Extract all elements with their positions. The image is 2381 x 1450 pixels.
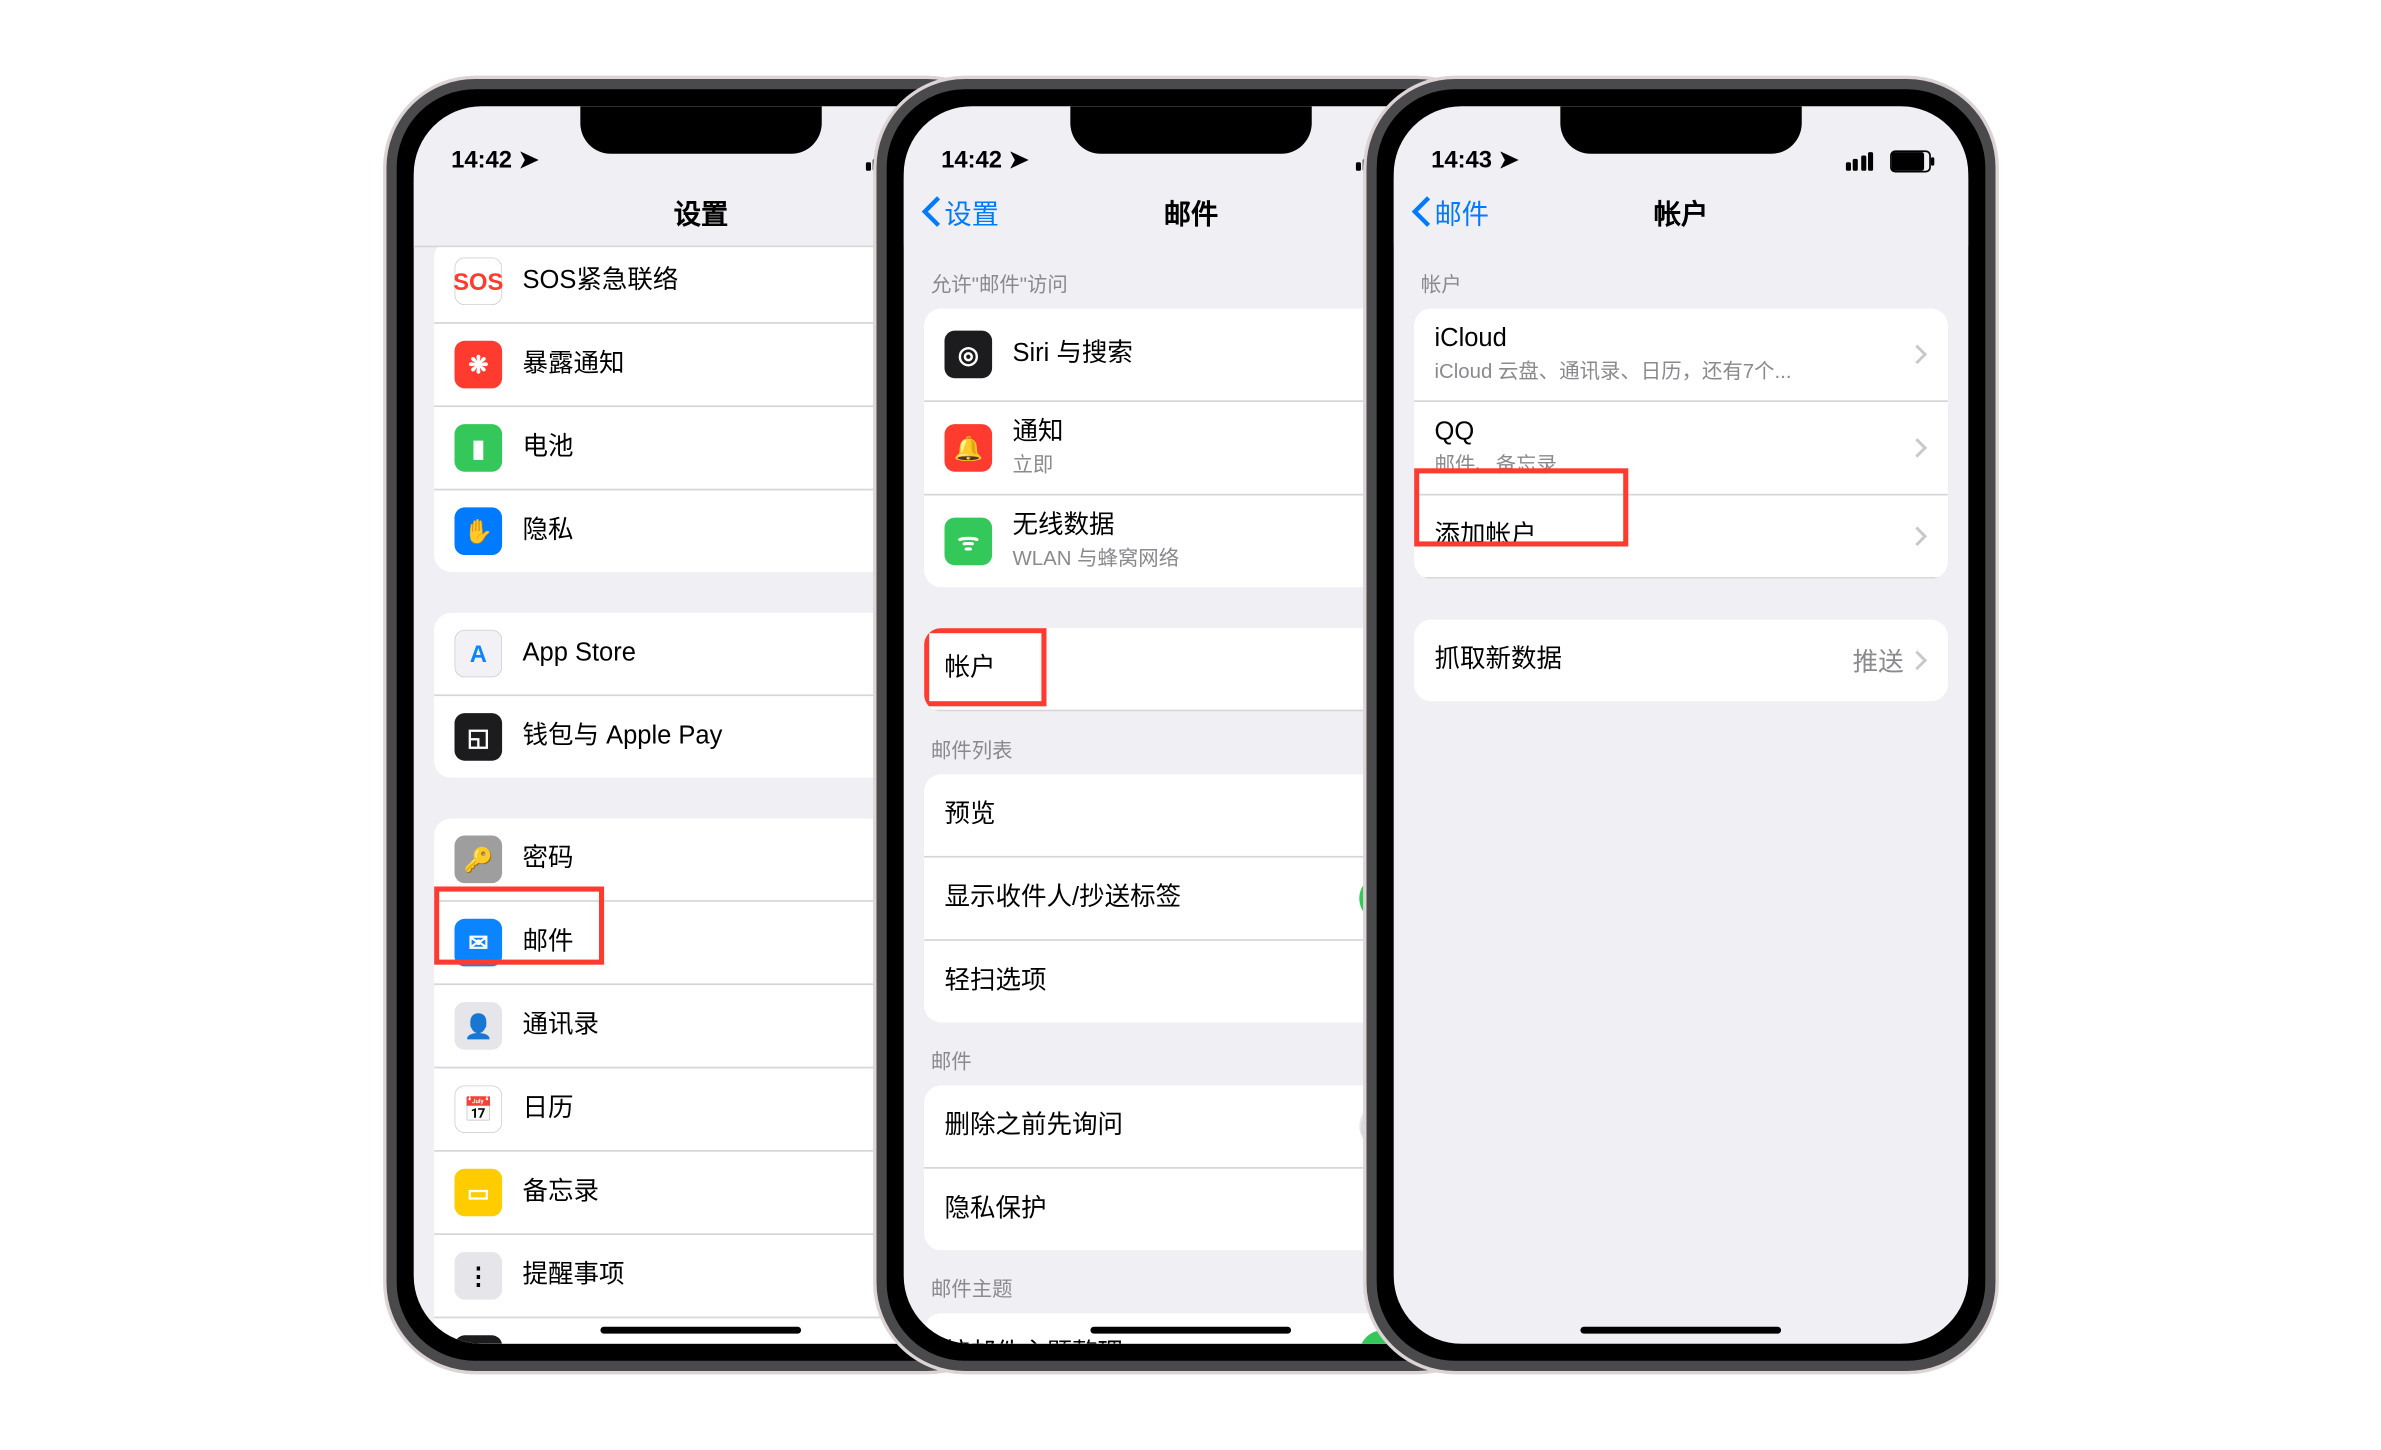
swipe-label: 轻扫选项: [944, 966, 1423, 998]
row-label: 电池: [522, 432, 933, 464]
row-sublabel: 立即: [1012, 453, 1423, 479]
row-label: 提醒事项: [522, 1260, 933, 1292]
row-label: 邮件: [522, 927, 933, 959]
row-sublabel: iCloud 云盘、通讯录、日历，还有7个...: [1434, 359, 1913, 385]
row-icon: SOS: [454, 258, 502, 306]
row-icon: ❋: [454, 341, 502, 389]
add-account-label: 添加帐户: [1434, 520, 1913, 552]
accounts-group: iCloud iCloud 云盘、通讯录、日历，还有7个... QQ 邮件、备忘录添加…: [1414, 309, 1948, 579]
row-label: 暴露通知: [522, 349, 933, 381]
row-label: Siri 与搜索: [1012, 338, 1423, 370]
row-icon: ◱: [454, 713, 502, 761]
home-indicator[interactable]: [1090, 1326, 1291, 1334]
row-label: QQ: [1434, 418, 1913, 450]
account-row-QQ[interactable]: QQ 邮件、备忘录: [1414, 402, 1948, 496]
fetch-label: 抓取新数据: [1434, 644, 1852, 676]
row-label: 日历: [522, 1093, 933, 1125]
row-label: SOS紧急联络: [522, 265, 933, 297]
row-label: 备忘录: [522, 1177, 933, 1209]
notch: [1070, 106, 1311, 154]
row-label: 通讯录: [522, 1010, 933, 1042]
fetch-value: 推送: [1852, 643, 1903, 679]
location-arrow-icon: ➤: [1498, 145, 1518, 174]
row-icon: ♒: [454, 1335, 502, 1343]
row-icon: ◎: [944, 331, 992, 379]
organize-label: 按邮件主题整理: [944, 1338, 1359, 1344]
row-label: iCloud: [1434, 324, 1913, 356]
page-title: 邮件: [1163, 191, 1217, 232]
row-icon: 🔑: [454, 836, 502, 884]
row-icon: ▮: [454, 424, 502, 472]
preview-label: 预览: [944, 799, 1374, 831]
row-label: App Store: [522, 638, 933, 670]
row-icon: ▭: [454, 1169, 502, 1217]
phone-accounts: 14:43 ➤ 邮件 帐户 帐户 iCloud iCloud 云盘、通讯录、日历，…: [1366, 79, 1995, 1371]
section-header-accounts: 帐户: [1393, 246, 1968, 309]
status-time: 14:43: [1431, 145, 1492, 172]
row-label: 隐私: [522, 515, 933, 547]
chevron-right-icon: [1913, 650, 1927, 670]
nav-bar: 邮件 帐户: [1393, 178, 1968, 246]
cell-fetch[interactable]: 抓取新数据 推送: [1414, 620, 1948, 702]
row-icon: 👤: [454, 1002, 502, 1050]
row-icon: ✉: [454, 919, 502, 967]
back-button[interactable]: 设置: [920, 191, 998, 232]
page-title: 设置: [673, 191, 727, 232]
row-icon: 🔔: [944, 424, 992, 472]
home-indicator[interactable]: [1580, 1326, 1781, 1334]
ask-delete-label: 删除之前先询问: [944, 1110, 1359, 1142]
battery-icon: [1890, 150, 1931, 172]
row-label: 语音备忘录: [522, 1343, 933, 1344]
row-icon: ᯤ: [944, 518, 992, 566]
row-icon: A: [454, 630, 502, 678]
status-time: 14:42: [451, 145, 512, 172]
row-label: 钱包与 Apple Pay: [522, 721, 933, 753]
notch: [1560, 106, 1801, 154]
status-time: 14:42: [941, 145, 1002, 172]
privacy-label: 隐私保护: [944, 1194, 1423, 1226]
cell-add-account[interactable]: 添加帐户: [1414, 496, 1948, 579]
back-label: 邮件: [1434, 191, 1488, 232]
row-label: 密码: [522, 843, 933, 875]
row-label: 无线数据: [1012, 511, 1423, 543]
location-arrow-icon: ➤: [1008, 145, 1028, 174]
row-icon: 📅: [454, 1085, 502, 1133]
chevron-right-icon: [1913, 526, 1927, 546]
back-button[interactable]: 邮件: [1410, 191, 1488, 232]
location-arrow-icon: ➤: [518, 145, 538, 174]
back-label: 设置: [944, 191, 998, 232]
row-icon: ⋮: [454, 1252, 502, 1300]
row-sublabel: 邮件、备忘录: [1434, 453, 1913, 479]
chevron-right-icon: [1913, 344, 1927, 364]
account-row-iCloud[interactable]: iCloud iCloud 云盘、通讯录、日历，还有7个...: [1414, 309, 1948, 403]
cc-label: 显示收件人/抄送标签: [944, 882, 1359, 914]
fetch-group: 抓取新数据 推送: [1414, 620, 1948, 702]
row-icon: ✋: [454, 507, 502, 555]
cellular-signal-icon: [1845, 151, 1873, 170]
row-label: 通知: [1012, 418, 1423, 450]
notch: [580, 106, 821, 154]
chevron-right-icon: [1913, 438, 1927, 458]
accounts-label: 帐户: [944, 653, 1399, 685]
page-title: 帐户: [1653, 191, 1707, 232]
row-sublabel: WLAN 与蜂窝网络: [1012, 546, 1423, 572]
home-indicator[interactable]: [600, 1326, 801, 1334]
